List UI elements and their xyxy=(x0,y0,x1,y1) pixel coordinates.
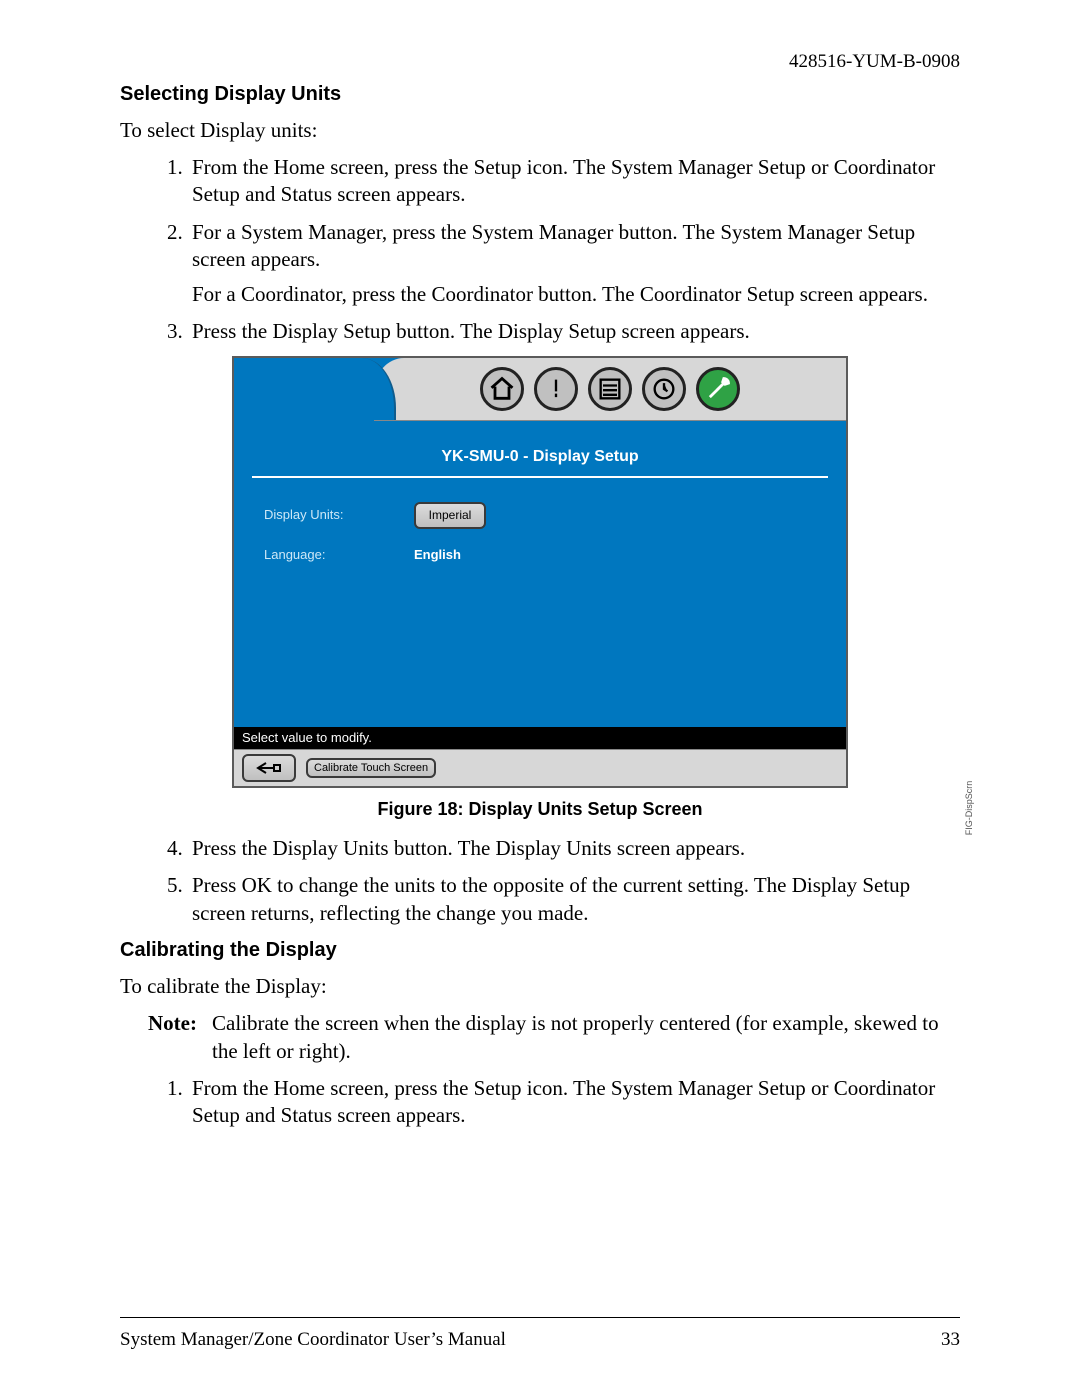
figure-side-label: FIG-DispScrn xyxy=(964,781,976,836)
footer-left: System Manager/Zone Coordinator User’s M… xyxy=(120,1328,506,1353)
row-display-units: Display Units: Imperial xyxy=(234,498,846,544)
heading-selecting-display-units: Selecting Display Units xyxy=(120,81,960,107)
label-language: Language: xyxy=(264,547,414,564)
step-1: From the Home screen, press the Setup ic… xyxy=(188,154,960,209)
note-label: Note: xyxy=(148,1010,212,1065)
label-display-units: Display Units: xyxy=(264,507,414,524)
calibrate-touch-button[interactable]: Calibrate Touch Screen xyxy=(306,758,436,778)
step-5-text: Press OK to change the units to the oppo… xyxy=(192,873,910,924)
device-bottom-bar: Calibrate Touch Screen xyxy=(234,749,846,786)
device-toolbar xyxy=(374,358,846,421)
language-value: English xyxy=(414,547,461,564)
calibrate-step-1: From the Home screen, press the Setup ic… xyxy=(188,1075,960,1130)
device-screen: YK-SMU-0 - Display Setup Display Units: … xyxy=(232,356,848,788)
toolbar-tab-accent xyxy=(234,358,396,420)
page-footer: System Manager/Zone Coordinator User’s M… xyxy=(120,1317,960,1353)
calibrate-step-1-text: From the Home screen, press the Setup ic… xyxy=(192,1076,935,1127)
step-3: Press the Display Setup button. The Disp… xyxy=(188,318,960,345)
schedule-list-icon[interactable] xyxy=(588,367,632,411)
tools-icon[interactable] xyxy=(696,367,740,411)
step-4: Press the Display Units button. The Disp… xyxy=(188,835,960,862)
step-1-text: From the Home screen, press the Setup ic… xyxy=(192,155,935,206)
step-2a-text: For a System Manager, press the System M… xyxy=(192,220,915,271)
document-id: 428516-YUM-B-0908 xyxy=(120,50,960,75)
heading-calibrating-display: Calibrating the Display xyxy=(120,937,960,963)
clock-icon[interactable] xyxy=(642,367,686,411)
intro-text: To select Display units: xyxy=(120,117,960,144)
note-text: Calibrate the screen when the display is… xyxy=(212,1010,960,1065)
row-language: Language: English xyxy=(234,543,846,578)
back-button[interactable] xyxy=(242,754,296,782)
title-underline xyxy=(252,476,828,478)
step-4-text: Press the Display Units button. The Disp… xyxy=(192,836,745,860)
step-5: Press OK to change the units to the oppo… xyxy=(188,872,960,927)
calibrate-intro: To calibrate the Display: xyxy=(120,973,960,1000)
figure-caption: Figure 18: Display Units Setup Screen xyxy=(120,798,960,821)
display-units-button[interactable]: Imperial xyxy=(414,502,486,530)
screen-title: YK-SMU-0 - Display Setup xyxy=(234,421,846,476)
status-bar: Select value to modify. xyxy=(234,727,846,750)
calibrate-touch-label: Calibrate Touch Screen xyxy=(314,762,428,774)
step-3-text: Press the Display Setup button. The Disp… xyxy=(192,319,750,343)
alert-icon[interactable] xyxy=(534,367,578,411)
figure-display-setup: YK-SMU-0 - Display Setup Display Units: … xyxy=(120,356,960,821)
footer-page-number: 33 xyxy=(941,1328,960,1353)
step-2: For a System Manager, press the System M… xyxy=(188,219,960,309)
note-row: Note: Calibrate the screen when the disp… xyxy=(120,1010,960,1065)
home-icon[interactable] xyxy=(480,367,524,411)
step-2b-text: For a Coordinator, press the Coordinator… xyxy=(192,281,960,308)
